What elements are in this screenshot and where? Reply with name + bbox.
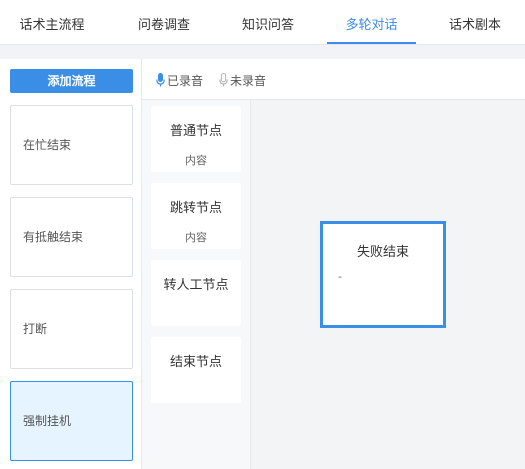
palette-node-end[interactable]: 结束节点 — [151, 337, 241, 403]
tab-questionnaire[interactable]: 问卷调查 — [116, 0, 212, 44]
node-subtitle: 内容 — [185, 231, 207, 244]
tab-knowledge-qa[interactable]: 知识问答 — [220, 0, 316, 44]
palette-node-jump[interactable]: 跳转节点 内容 — [151, 183, 241, 249]
tab-multi-turn-dialog[interactable]: 多轮对话 — [327, 0, 416, 44]
legend-unrecorded: 未录音 — [219, 72, 266, 89]
canvas-node-title: 失败结束 — [356, 245, 409, 260]
legend-unrecorded-label: 未录音 — [230, 74, 267, 88]
node-palette: 普通节点 内容 跳转节点 内容 转人工节点 结束节点 — [142, 100, 251, 469]
node-title: 跳转节点 — [169, 201, 222, 216]
microphone-outline-icon — [219, 73, 228, 87]
flow-item-busy-end[interactable]: 在忙结束 — [10, 105, 133, 185]
node-title: 结束节点 — [169, 355, 222, 370]
tab-script[interactable]: 话术剧本 — [427, 0, 523, 44]
palette-node-normal[interactable]: 普通节点 内容 — [151, 106, 241, 172]
flow-tab-bar: 话术主流程 问卷调查 知识问答 多轮对话 话术剧本 — [0, 0, 525, 45]
node-title: 普通节点 — [169, 124, 222, 139]
flow-item-resist-end[interactable]: 有抵触结束 — [10, 197, 133, 277]
legend-recorded: 已录音 — [156, 72, 203, 89]
flow-item-label: 强制挂机 — [23, 414, 72, 428]
recording-legend-bar: 已录音 未录音 — [142, 59, 525, 100]
microphone-icon — [156, 73, 165, 87]
add-flow-button[interactable]: 添加流程 — [10, 69, 133, 93]
flow-item-interrupt[interactable]: 打断 — [10, 289, 133, 369]
flow-sidebar: 添加流程 在忙结束 有抵触结束 打断 强制挂机 — [0, 59, 142, 469]
flow-item-label: 有抵触结束 — [23, 230, 84, 244]
canvas-node-fail-end[interactable]: 失败结束 - — [320, 221, 446, 328]
flow-item-label: 打断 — [23, 322, 48, 336]
top-spacer — [0, 45, 525, 59]
node-subtitle: 内容 — [185, 154, 207, 167]
legend-recorded-label: 已录音 — [167, 74, 204, 88]
node-title: 转人工节点 — [163, 278, 229, 293]
flow-item-force-hangup[interactable]: 强制挂机 — [10, 381, 133, 461]
flow-item-label: 在忙结束 — [23, 138, 72, 152]
tab-main-flow[interactable]: 话术主流程 — [4, 0, 100, 44]
canvas-node-description: - — [338, 270, 342, 283]
palette-node-transfer-agent[interactable]: 转人工节点 — [151, 260, 241, 326]
flow-canvas[interactable]: 失败结束 - — [251, 100, 525, 469]
